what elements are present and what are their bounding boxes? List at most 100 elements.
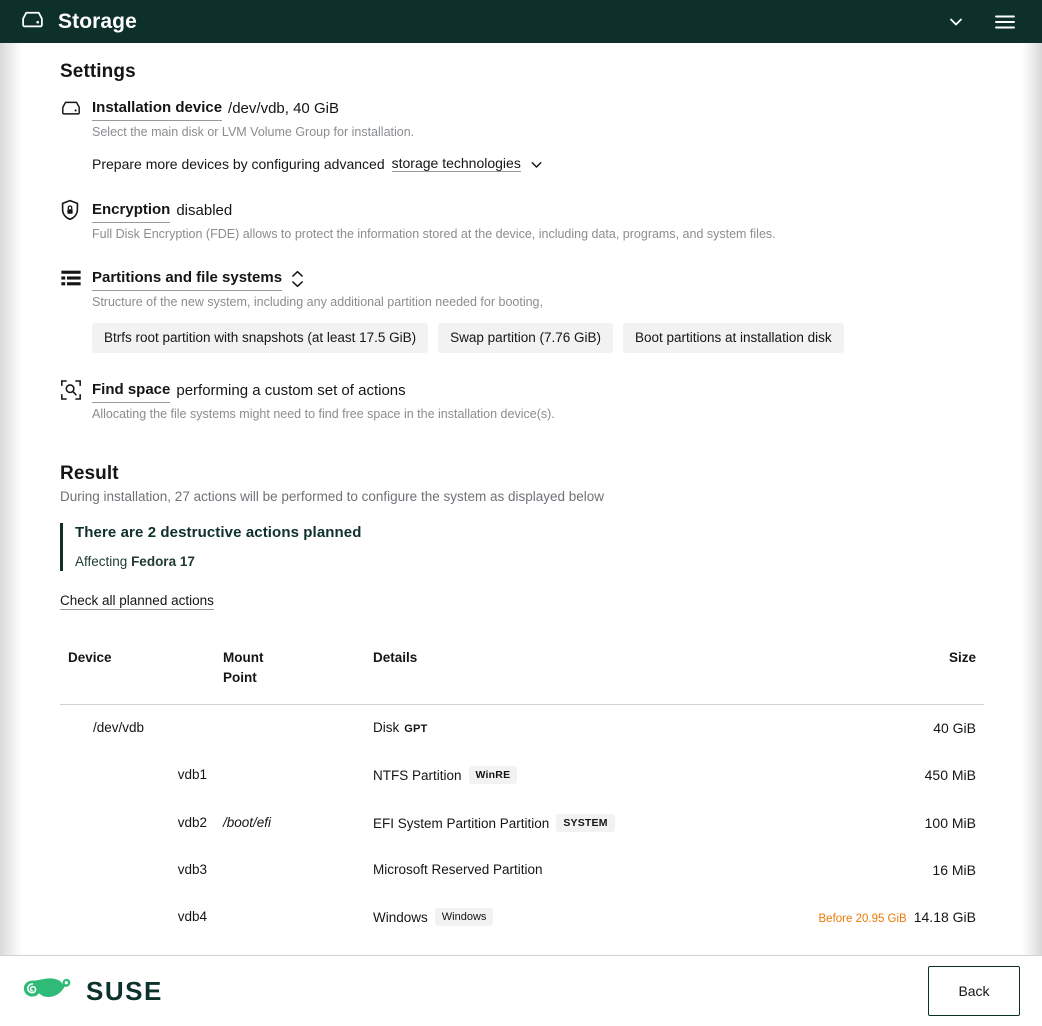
find-space-link[interactable]: Find space (92, 379, 170, 403)
cell-details: NTFS Partition WinRE (365, 751, 735, 799)
chevron-down-icon[interactable] (946, 12, 966, 32)
sort-toggle-icon[interactable] (291, 270, 304, 288)
header-mount-line1: Mount (223, 650, 263, 665)
chip-swap[interactable]: Swap partition (7.76 GiB) (438, 323, 613, 353)
header-mount-point[interactable]: Mount Point (215, 642, 365, 705)
table-row[interactable]: vdb2 /boot/efi EFI System Partition Part… (60, 799, 984, 847)
table-row[interactable]: vdb1 NTFS Partition WinRE 450 MiB (60, 751, 984, 799)
back-button[interactable]: Back (928, 966, 1020, 1016)
search-space-icon (60, 380, 82, 400)
suse-chameleon-logo-icon (22, 972, 76, 1011)
masthead-brand: Storage (20, 7, 137, 37)
cell-mount: / (215, 941, 365, 955)
app-title: Storage (58, 11, 137, 32)
cell-size: Before 20.95 GiB 14.18 GiB (735, 893, 984, 941)
setting-installation-device: Installation device /dev/vdb, 40 GiB Sel… (60, 97, 984, 173)
cell-mount: /boot/efi (215, 799, 365, 847)
alert-target: Fedora 17 (131, 554, 195, 569)
header-details[interactable]: Details (365, 642, 735, 705)
setting-head: Installation device /dev/vdb, 40 GiB (92, 97, 984, 121)
partitions-description: Structure of the new system, including a… (92, 294, 984, 311)
details-text: EFI System Partition Partition (373, 816, 549, 831)
cell-mount (215, 704, 365, 751)
encryption-value: disabled (176, 200, 232, 222)
setting-find-space: Find space performing a custom set of ac… (60, 379, 984, 423)
installation-device-value: /dev/vdb, 40 GiB (228, 98, 339, 120)
advanced-storage-prefix: Prepare more devices by configuring adva… (92, 156, 385, 172)
content-scroll-area[interactable]: Settings Installation device /dev/vdb, 4… (22, 43, 1022, 955)
cell-details: EFI System Partition Partition SYSTEM (365, 799, 735, 847)
details-badge: SYSTEM (556, 814, 614, 832)
cell-device: vdb1 (60, 751, 215, 799)
cell-device: /dev/vdb (60, 704, 215, 751)
details-text: NTFS Partition (373, 768, 462, 783)
setting-encryption: Encryption disabled Full Disk Encryption… (60, 199, 984, 243)
list-rows-icon (60, 268, 82, 288)
page-footer: SUSE Back (0, 955, 1042, 1026)
suse-logo: SUSE (22, 972, 163, 1011)
cell-device: vdb3 (60, 847, 215, 893)
devices-table-head: Device Mount Point Details Size (60, 642, 984, 705)
right-scroll-gutter (1022, 43, 1042, 955)
hard-drive-icon (20, 7, 45, 37)
cell-device: vdb5 (60, 941, 215, 955)
chip-btrfs-root[interactable]: Btrfs root partition with snapshots (at … (92, 323, 428, 353)
size-before-value: Before 20.95 GiB (819, 913, 907, 925)
table-header-row: Device Mount Point Details Size (60, 642, 984, 705)
settings-heading: Settings (60, 61, 984, 83)
alert-prefix: Affecting (75, 554, 127, 569)
app-masthead: Storage (0, 0, 1042, 43)
header-device[interactable]: Device (60, 642, 215, 705)
details-badge: Windows (435, 908, 494, 926)
cell-device: vdb2 (60, 799, 215, 847)
details-badge: WinRE (469, 766, 518, 784)
installation-device-link[interactable]: Installation device (92, 97, 222, 121)
setting-head: Partitions and file systems (92, 267, 984, 291)
table-row[interactable]: vdb5 / NewBtrfs Partition 17.5 GiB (60, 941, 984, 955)
details-text: Disk (373, 720, 399, 735)
header-mount-line2: Point (223, 670, 257, 685)
chip-boot[interactable]: Boot partitions at installation disk (623, 323, 844, 353)
masthead-actions (946, 12, 1024, 32)
cell-device: vdb4 (60, 893, 215, 941)
details-text: Windows (373, 910, 428, 925)
find-space-description: Allocating the file systems might need t… (92, 406, 984, 423)
partition-chip-row: Btrfs root partition with snapshots (at … (92, 323, 984, 353)
hamburger-menu-icon[interactable] (994, 13, 1016, 31)
installation-device-description: Select the main disk or LVM Volume Group… (92, 124, 984, 141)
cell-size: 450 MiB (735, 751, 984, 799)
storage-settings-page: Storage Settings (0, 0, 1042, 1026)
cell-mount (215, 847, 365, 893)
size-value: 40 GiB (933, 720, 976, 736)
check-all-planned-actions-link[interactable]: Check all planned actions (60, 593, 214, 610)
setting-head: Find space performing a custom set of ac… (92, 379, 984, 403)
header-size[interactable]: Size (735, 642, 984, 705)
alert-title: There are 2 destructive actions planned (75, 524, 984, 541)
shield-lock-icon (60, 200, 82, 220)
size-value: 100 MiB (925, 815, 976, 831)
cell-size: 16 MiB (735, 847, 984, 893)
setting-head: Encryption disabled (92, 199, 984, 223)
result-heading: Result (60, 463, 984, 485)
result-section: Result During installation, 27 actions w… (60, 463, 984, 610)
cell-details: Microsoft Reserved Partition (365, 847, 735, 893)
cell-details: NewBtrfs Partition (365, 941, 735, 955)
size-value: 450 MiB (925, 767, 976, 783)
cell-size: 40 GiB (735, 704, 984, 751)
table-row[interactable]: /dev/vdb Disk GPT 40 GiB (60, 704, 984, 751)
size-value: 14.18 GiB (914, 909, 976, 925)
result-subtitle: During installation, 27 actions will be … (60, 489, 984, 504)
advanced-storage-line: Prepare more devices by configuring adva… (92, 155, 984, 173)
chevron-down-icon[interactable] (528, 155, 545, 173)
hard-drive-icon (60, 98, 82, 118)
partitions-link[interactable]: Partitions and file systems (92, 267, 282, 291)
suse-wordmark: SUSE (86, 978, 163, 1004)
storage-technologies-link[interactable]: storage technologies (392, 155, 521, 172)
encryption-link[interactable]: Encryption (92, 199, 170, 223)
alert-body: Affecting Fedora 17 (75, 554, 984, 569)
partition-table-tag: GPT (404, 723, 427, 735)
cell-details: Windows Windows (365, 893, 735, 941)
table-row[interactable]: vdb4 Windows Windows Before 20.95 GiB 14.1… (60, 893, 984, 941)
table-row[interactable]: vdb3 Microsoft Reserved Partition 16 MiB (60, 847, 984, 893)
setting-partitions: Partitions and file systems Structure of… (60, 267, 984, 353)
